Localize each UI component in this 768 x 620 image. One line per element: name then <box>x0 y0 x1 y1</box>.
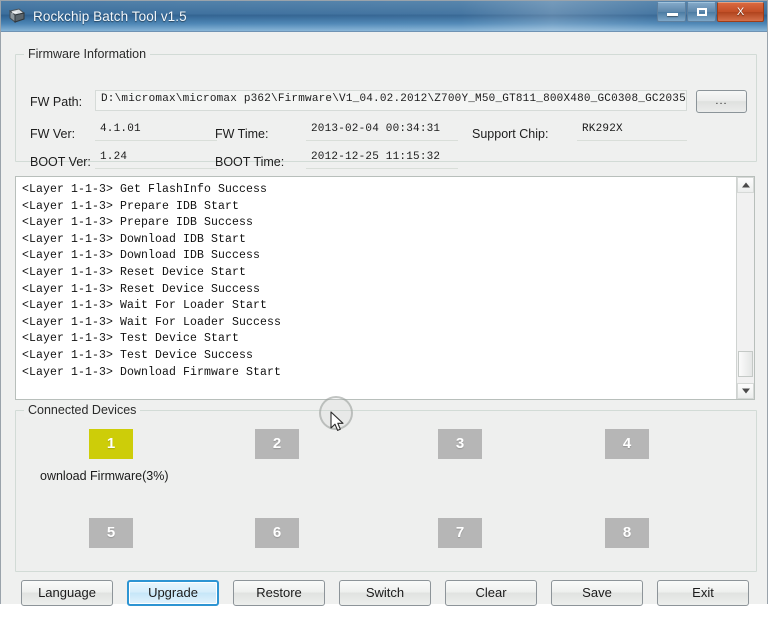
window-controls: X <box>656 2 764 22</box>
device-slot-4[interactable]: 4 <box>605 429 649 459</box>
scroll-down-button[interactable] <box>737 383 754 399</box>
fw-ver-label: FW Ver: <box>30 127 76 141</box>
fw-ver-value: 4.1.01 <box>95 121 217 141</box>
close-icon: X <box>736 6 745 18</box>
scrollbar-thumb[interactable] <box>738 351 753 377</box>
log-line: <Layer 1-1-3> Reset Device Start <box>22 265 247 279</box>
minimize-icon <box>667 13 678 16</box>
title-bar[interactable]: Rockchip Batch Tool v1.5 X <box>1 1 767 32</box>
browse-firmware-button[interactable]: ... <box>696 90 747 113</box>
device-1-status: ownload Firmware(3%) <box>40 469 169 483</box>
connected-devices-group: Connected Devices 1 2 3 4 ownload Firmwa… <box>15 403 757 572</box>
support-chip-value: RK292X <box>577 121 687 141</box>
device-slot-1[interactable]: 1 <box>89 429 133 459</box>
maximize-icon <box>697 8 707 16</box>
fw-time-label: FW Time: <box>215 127 269 141</box>
exit-button[interactable]: Exit <box>657 580 749 606</box>
boot-ver-value: 1.24 <box>95 149 217 169</box>
scroll-up-button[interactable] <box>737 177 754 193</box>
log-line: <Layer 1-1-3> Reset Device Success <box>22 282 261 296</box>
client-area: Firmware Information FW Path: D:\microma… <box>1 32 767 606</box>
log-line: <Layer 1-1-3> Wait For Loader Start <box>22 299 268 313</box>
device-slot-8[interactable]: 8 <box>605 518 649 548</box>
fw-time-value: 2013-02-04 00:34:31 <box>306 121 458 141</box>
clear-button[interactable]: Clear <box>445 580 537 606</box>
boot-ver-label: BOOT Ver: <box>30 155 91 169</box>
connected-devices-legend: Connected Devices <box>24 403 141 417</box>
device-slot-2[interactable]: 2 <box>255 429 299 459</box>
save-button[interactable]: Save <box>551 580 643 606</box>
switch-button[interactable]: Switch <box>339 580 431 606</box>
close-button[interactable]: X <box>717 2 764 22</box>
firmware-information-group: Firmware Information FW Path: D:\microma… <box>15 47 757 169</box>
support-chip-label: Support Chip: <box>472 127 549 141</box>
log-line: <Layer 1-1-3> Prepare IDB Start <box>22 199 240 213</box>
boot-time-label: BOOT Time: <box>215 155 285 169</box>
maximize-button[interactable] <box>687 2 716 22</box>
application-window: Rockchip Batch Tool v1.5 X Firmware Info… <box>0 0 768 606</box>
boot-time-value: 2012-12-25 11:15:32 <box>306 149 458 169</box>
device-slot-5[interactable]: 5 <box>89 518 133 548</box>
window-title: Rockchip Batch Tool v1.5 <box>33 8 187 24</box>
log-line: <Layer 1-1-3> Get FlashInfo Success <box>22 183 268 196</box>
minimize-button[interactable] <box>657 2 686 22</box>
log-line-list: <Layer 1-1-3> Get FlashInfo Success <Laye… <box>16 177 736 399</box>
log-line: <Layer 1-1-3> Download IDB Start <box>22 232 247 246</box>
device-slot-7[interactable]: 7 <box>438 518 482 548</box>
log-line: <Layer 1-1-3> Test Device Start <box>22 332 240 346</box>
restore-button[interactable]: Restore <box>233 580 325 606</box>
caret-down-icon <box>741 388 750 394</box>
action-button-bar: Language Upgrade Restore Switch Clear Sa… <box>1 580 768 620</box>
log-line: <Layer 1-1-3> Download IDB Success <box>22 249 261 263</box>
firmware-information-legend: Firmware Information <box>24 47 151 61</box>
fw-path-label: FW Path: <box>30 95 83 109</box>
app-icon <box>8 7 26 25</box>
log-line: <Layer 1-1-3> Prepare IDB Success <box>22 216 254 230</box>
log-line: <Layer 1-1-3> Test Device Success <box>22 348 254 362</box>
fw-path-input[interactable]: D:\micromax\micromax p362\Firmware\V1_04… <box>95 90 687 111</box>
log-line: <Layer 1-1-3> Download Firmware Start <box>22 365 282 379</box>
caret-up-icon <box>741 182 750 188</box>
device-slot-6[interactable]: 6 <box>255 518 299 548</box>
log-output-panel[interactable]: <Layer 1-1-3> Get FlashInfo Success <Laye… <box>15 176 755 400</box>
upgrade-button[interactable]: Upgrade <box>127 580 219 606</box>
log-scrollbar[interactable] <box>736 177 754 399</box>
device-slot-3[interactable]: 3 <box>438 429 482 459</box>
language-button[interactable]: Language <box>21 580 113 606</box>
log-line: <Layer 1-1-3> Wait For Loader Success <box>22 315 282 329</box>
